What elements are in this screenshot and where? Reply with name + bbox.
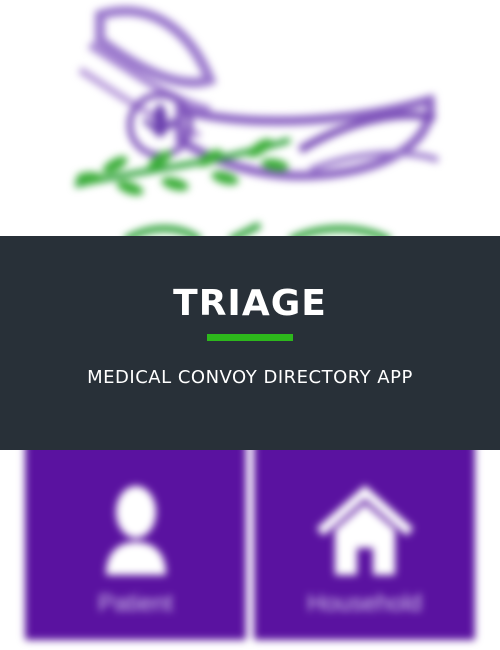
tile-grid: Patient Household: [25, 440, 475, 640]
patient-tile-label: Patient: [98, 590, 173, 617]
person-icon: [105, 486, 166, 575]
household-tile[interactable]: Household: [254, 440, 475, 640]
dove-logo-icon: [74, 6, 440, 244]
household-tile-label: Household: [307, 590, 422, 617]
title-accent-bar: [207, 334, 293, 341]
app-subtitle: MEDICAL CONVOY DIRECTORY APP: [87, 367, 413, 388]
patient-tile[interactable]: Patient: [25, 440, 246, 640]
house-icon: [316, 485, 413, 575]
app-screen: Patient Household TRIAGE MEDICAL CONVOY …: [0, 0, 500, 650]
splash-banner: TRIAGE MEDICAL CONVOY DIRECTORY APP: [0, 236, 500, 450]
app-title: TRIAGE: [173, 283, 327, 324]
